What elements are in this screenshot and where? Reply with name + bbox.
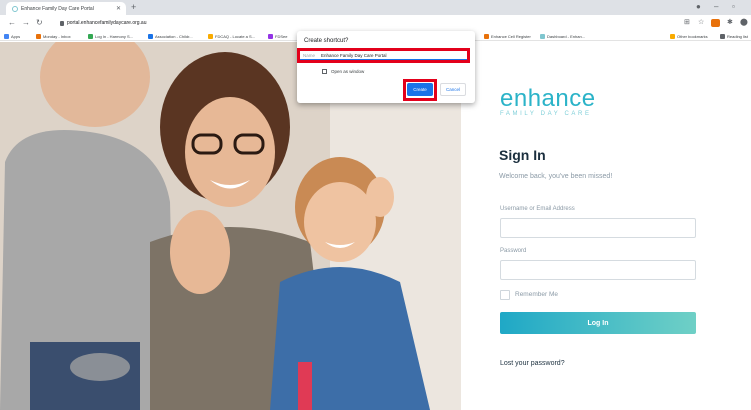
address-bar[interactable]: portal.enhancefamilydaycare.org.au [56, 17, 656, 29]
create-shortcut-dialog: Create shortcut? Name Enhance Family Day… [297, 31, 475, 103]
back-icon[interactable]: ← [8, 18, 16, 28]
bookmark-apps[interactable]: Apps [4, 32, 20, 40]
tab-title: Enhance Family Day Care Portal [21, 5, 94, 12]
folder-icon [670, 33, 675, 39]
bookmark-label: Monday - Inbox [43, 33, 71, 39]
profile-icon[interactable]: ⬤ [740, 19, 748, 27]
tab-close-icon[interactable]: ✕ [116, 5, 121, 12]
bookmark-label: Reading list [727, 33, 748, 39]
bookmark-label: Association - Childr... [155, 33, 193, 39]
bookmark-label: FDCAQ - Locate a S... [215, 33, 256, 39]
create-highlight-box [403, 79, 437, 101]
url-text: portal.enhancefamilydaycare.org.au [67, 20, 147, 26]
bookmark-label: Dashboard - Enhan... [547, 33, 586, 39]
bookmark-label: Log In - Harmony S... [95, 33, 134, 39]
bookmark-dashboard[interactable]: Dashboard - Enhan... [540, 32, 585, 40]
reload-icon[interactable]: ↻ [36, 18, 43, 28]
brand-tagline: FAMILY DAY CARE [500, 111, 592, 117]
minimize-icon[interactable]: – [714, 2, 718, 12]
open-as-window-checkbox[interactable] [322, 69, 327, 74]
install-icon[interactable]: ⊞ [684, 19, 690, 27]
welcome-text: Welcome back, you've been missed! [499, 173, 613, 180]
bookmark-label: FDSee [275, 33, 288, 39]
bookmark-inbox[interactable]: Monday - Inbox [36, 32, 71, 40]
forward-icon[interactable]: → [22, 18, 30, 28]
bookmark-other[interactable]: Other bookmarks [670, 32, 708, 40]
name-highlight-box [297, 48, 470, 63]
browser-tab[interactable]: Enhance Family Day Care Portal ✕ [6, 2, 126, 15]
remember-me-checkbox[interactable] [500, 290, 510, 300]
bookmark-harmony[interactable]: Log In - Harmony S... [88, 32, 133, 40]
bookmark-fdcaq[interactable]: FDCAQ - Locate a S... [208, 32, 255, 40]
open-as-window-label: Open as window [331, 69, 365, 74]
browser-toolbar: ← → ↻ portal.enhancefamilydaycare.org.au… [0, 15, 751, 31]
star-icon[interactable]: ☆ [698, 19, 704, 27]
tab-favicon-icon [12, 5, 18, 12]
profile-circle-icon[interactable]: ● [696, 2, 701, 12]
extension-icon[interactable] [711, 19, 720, 27]
tab-strip: Enhance Family Day Care Portal ✕ + ● – ▫ [0, 0, 751, 15]
lock-icon [60, 20, 64, 26]
harmony-icon [88, 33, 93, 39]
apps-icon [4, 33, 9, 39]
dialog-title: Create shortcut? [304, 38, 349, 44]
new-tab-icon[interactable]: + [131, 2, 136, 13]
reading-list-icon [720, 33, 725, 39]
username-label: Username or Email Address [500, 206, 575, 212]
brand-logo: enhance [500, 85, 596, 112]
password-label: Password [500, 248, 527, 254]
bookmark-fdsee[interactable]: FDSee [268, 32, 287, 40]
fdcaq-icon [208, 33, 213, 39]
maximize-icon[interactable]: ▫ [732, 2, 735, 12]
password-input[interactable] [500, 260, 696, 280]
login-button[interactable]: Log In [500, 312, 696, 334]
puzzle-icon[interactable]: ✱ [727, 19, 733, 27]
page-title: Sign In [499, 147, 546, 163]
mail-icon [36, 33, 41, 39]
bookmark-cell-register[interactable]: Enhance Cell Register [484, 32, 531, 40]
dashboard-icon [540, 33, 545, 39]
register-icon [484, 33, 489, 39]
bookmark-label: Apps [11, 33, 21, 39]
bookmark-label: Other bookmarks [677, 33, 708, 39]
username-input[interactable] [500, 218, 696, 238]
bookmark-label: Enhance Cell Register [491, 33, 531, 39]
association-icon [148, 33, 153, 39]
bookmark-association[interactable]: Association - Childr... [148, 32, 193, 40]
lost-password-link[interactable]: Lost your password? [500, 359, 565, 368]
bookmark-reading-list[interactable]: Reading list [720, 32, 748, 40]
cancel-button[interactable]: Cancel [440, 83, 466, 96]
fdsee-icon [268, 33, 273, 39]
remember-me-label: Remember Me [515, 291, 558, 298]
